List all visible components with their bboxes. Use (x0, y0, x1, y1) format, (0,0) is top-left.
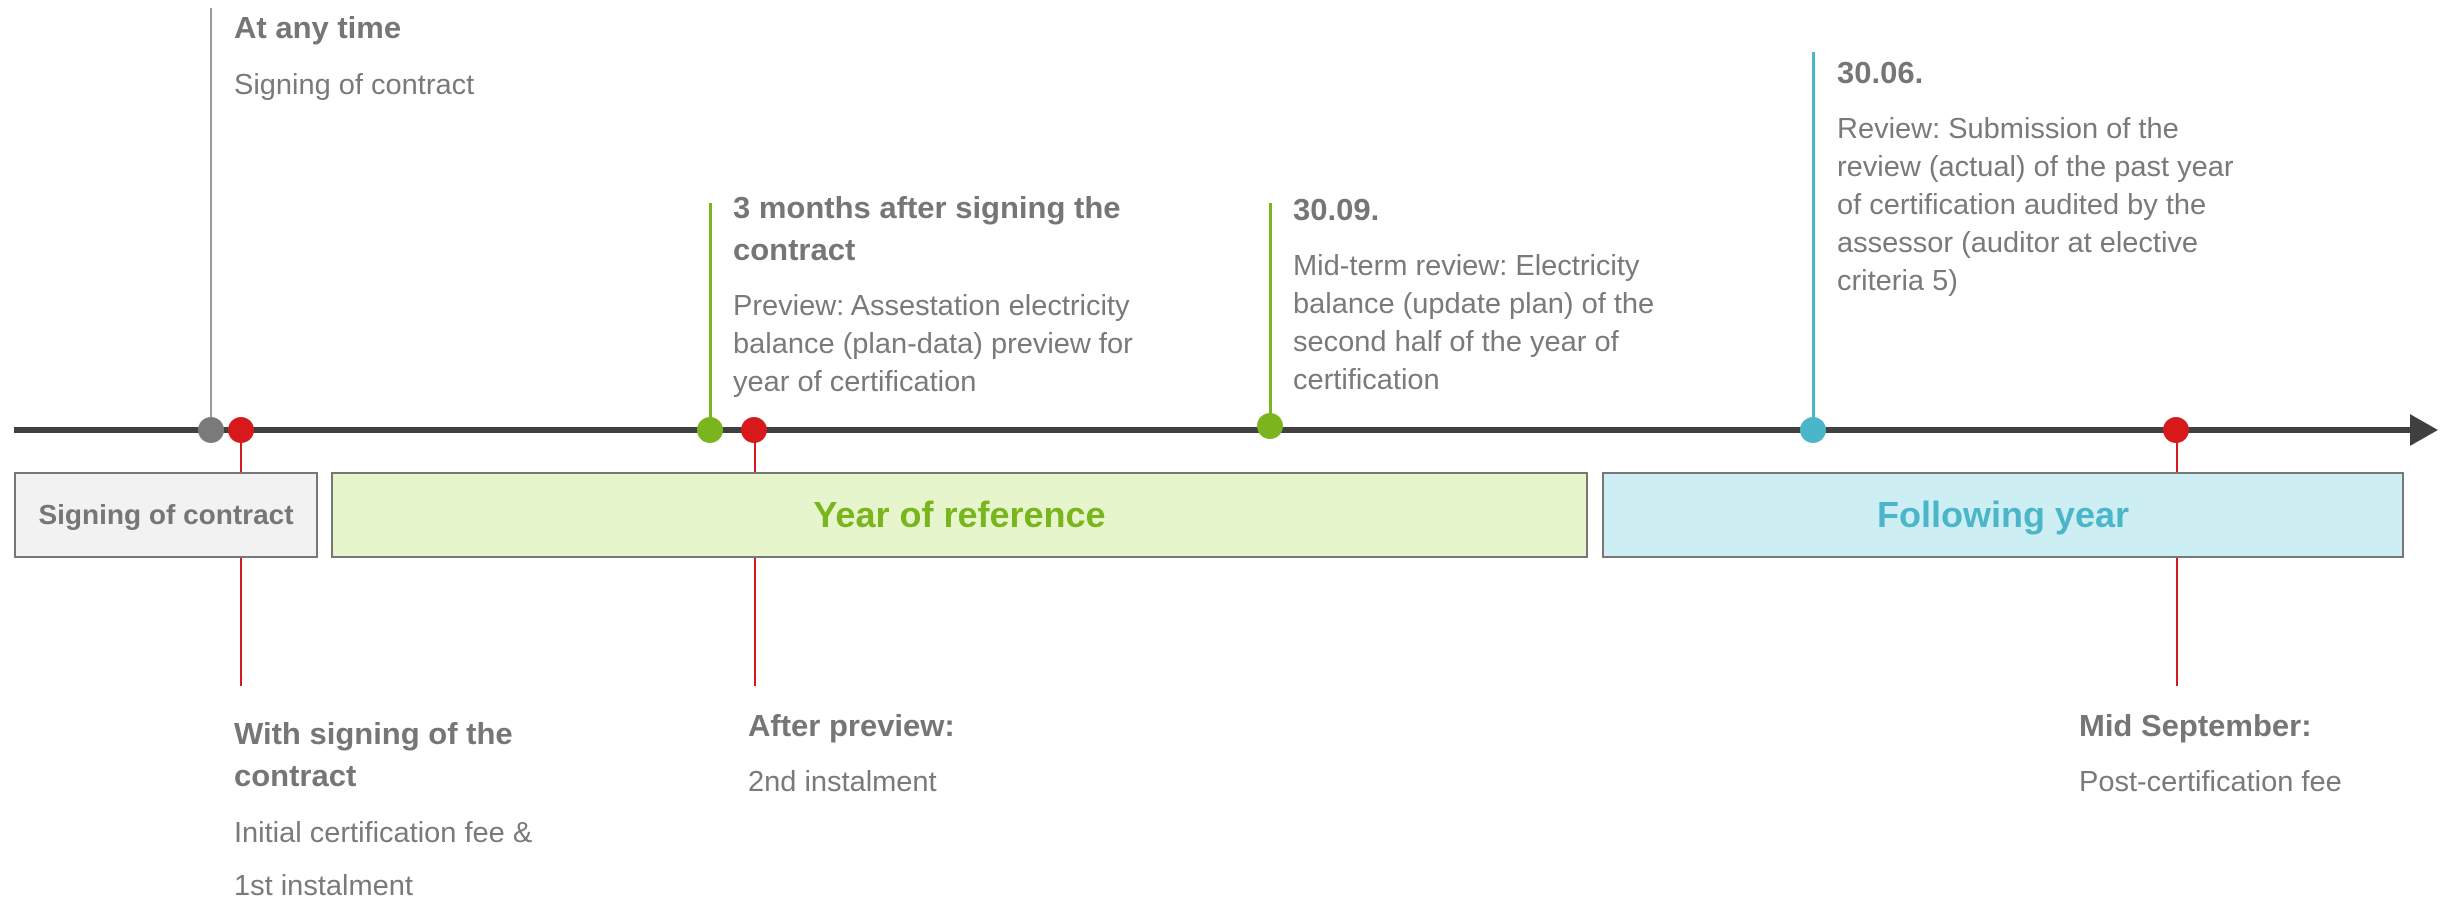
payment-dot-after-preview (741, 417, 767, 443)
connector-line-any-time (210, 8, 212, 430)
payment-dot-with-signing (228, 417, 254, 443)
connector-line-june30 (1812, 52, 1815, 430)
phase-label-year-of-reference: Year of reference (813, 494, 1106, 535)
milestone-dot-sept30 (1257, 413, 1283, 439)
milestone-text-june30: Review: Submission of the review (actual… (1837, 113, 2234, 297)
phase-box-year-of-reference: Year of reference (331, 472, 1588, 558)
payment-dot-mid-september (2163, 417, 2189, 443)
phase-box-following-year: Following year (1602, 472, 2404, 558)
milestone-title-june30: 30.06. (1837, 55, 1924, 90)
milestone-dot-three-months (697, 417, 723, 443)
milestone-title-three-months: 3 months after signing the contract (733, 190, 1121, 267)
payment-title-mid-september: Mid September: (2079, 708, 2312, 743)
timeline-axis (14, 427, 2414, 433)
payment-text-mid-september: Post-certification fee (2079, 766, 2342, 798)
milestone-dot-june30 (1800, 417, 1826, 443)
milestone-title-any-time: At any time (234, 10, 402, 45)
milestone-text-three-months: Preview: Assestation electricity balance… (733, 290, 1133, 398)
payment-text-with-signing-line1: Initial certification fee & (234, 817, 533, 849)
milestone-title-sept30: 30.09. (1293, 192, 1380, 227)
connector-line-three-months (709, 203, 712, 430)
connector-line-after-preview (754, 430, 756, 686)
milestone-dot-any-time (198, 417, 224, 443)
payment-title-after-preview: After preview: (748, 708, 955, 743)
milestone-text-sept30: Mid-term review: Electricity balance (up… (1293, 250, 1655, 396)
timeline-arrowhead (2410, 414, 2438, 446)
phase-label-signing: Signing of contract (38, 499, 294, 530)
connector-line-with-signing (240, 430, 242, 686)
phase-label-following-year: Following year (1876, 494, 2130, 535)
payment-text-after-preview: 2nd instalment (748, 766, 937, 798)
connector-line-sept30 (1269, 203, 1272, 427)
payment-text-with-signing-line2: 1st instalment (234, 870, 413, 902)
connector-line-mid-september (2176, 430, 2178, 686)
milestone-text-any-time: Signing of contract (234, 69, 475, 101)
phase-box-signing: Signing of contract (14, 472, 318, 558)
payment-title-with-signing: With signing of the contract (234, 716, 513, 793)
